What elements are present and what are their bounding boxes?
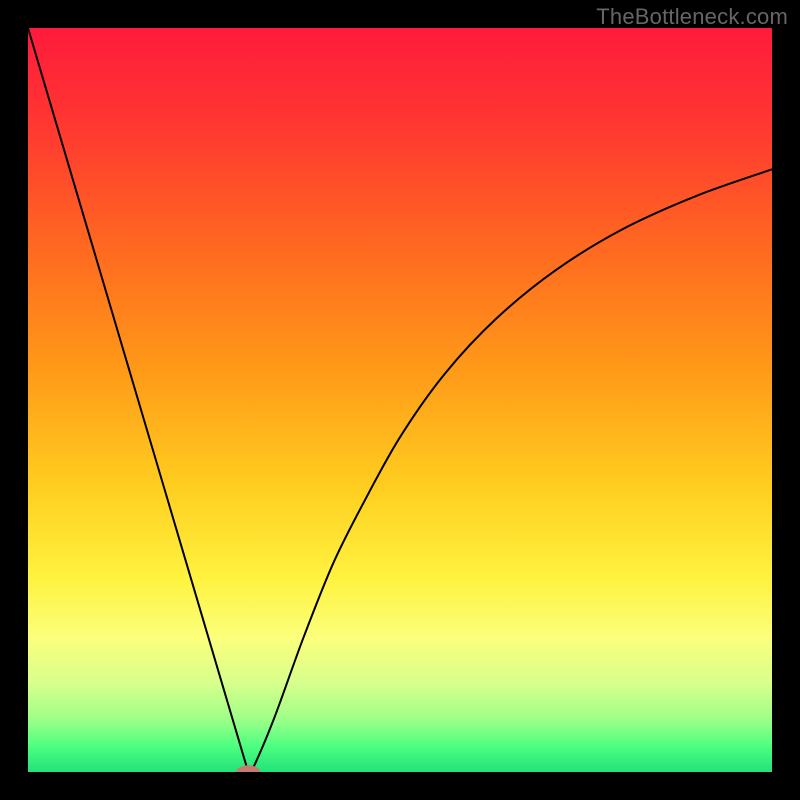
bottleneck-chart xyxy=(28,28,772,772)
watermark-text: TheBottleneck.com xyxy=(596,4,788,30)
chart-frame: TheBottleneck.com xyxy=(0,0,800,800)
plot-background xyxy=(28,28,772,772)
